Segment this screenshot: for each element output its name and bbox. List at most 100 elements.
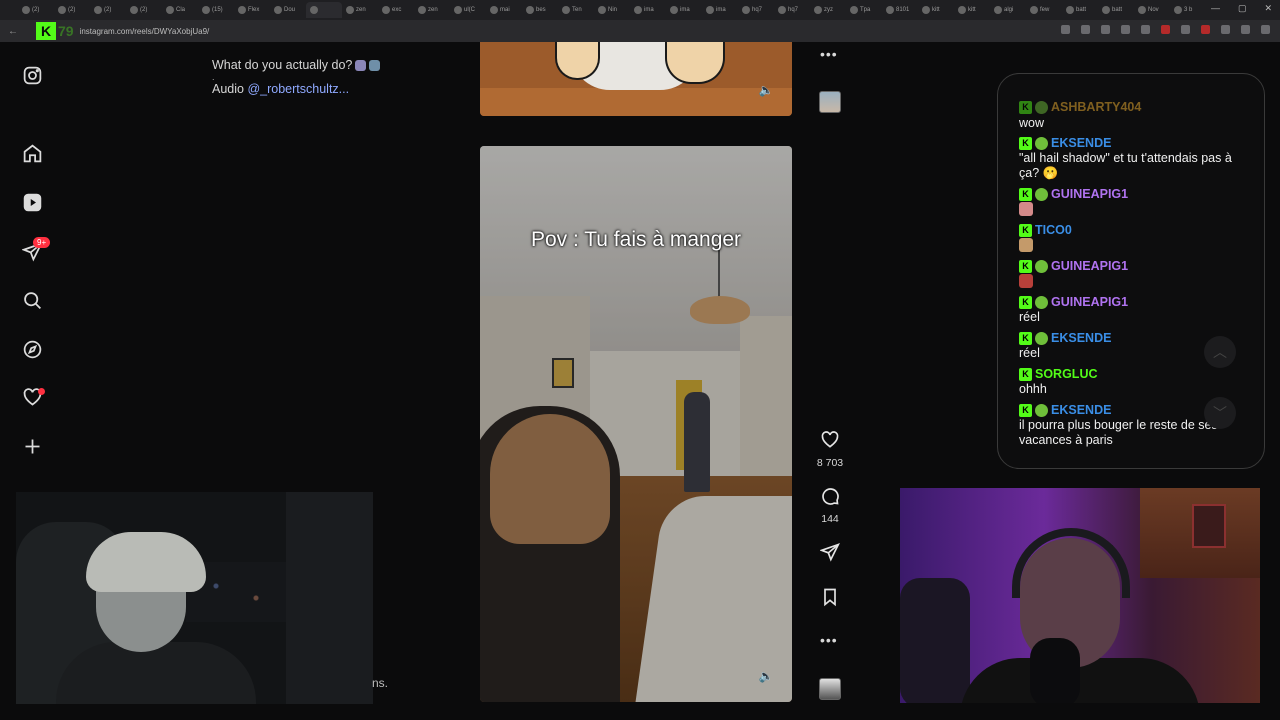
browser-tab[interactable]: hq7: [738, 2, 774, 18]
browser-tab[interactable]: Dou: [270, 2, 306, 18]
browser-tab[interactable]: (2): [126, 2, 162, 18]
tab-label: mai: [500, 7, 510, 13]
chat-scroll-down-icon[interactable]: ﹀: [1204, 397, 1236, 429]
comment-button[interactable]: 144: [812, 486, 848, 525]
browser-tab[interactable]: batt: [1062, 2, 1098, 18]
browser-tab[interactable]: (2): [54, 2, 90, 18]
subscriber-badge-icon: [1035, 332, 1048, 345]
chat-username[interactable]: EKSENDE: [1051, 331, 1111, 346]
reels-icon[interactable]: [21, 191, 43, 213]
url-field[interactable]: instagram.com/reels/DWYaXobjUa9/: [80, 27, 210, 36]
chat-emote-icon: [1019, 274, 1033, 288]
extension-red-icon[interactable]: [1161, 25, 1170, 34]
chat-message-text: réel: [1019, 310, 1040, 324]
browser-tab[interactable]: 3 b: [1170, 2, 1206, 18]
browser-tab[interactable]: (15): [198, 2, 234, 18]
browser-tab[interactable]: zyz: [810, 2, 846, 18]
tab-label: ima: [644, 7, 654, 13]
chat-username[interactable]: GUINEAPIG1: [1051, 295, 1128, 310]
browser-tab[interactable]: ima: [630, 2, 666, 18]
gaming-chair: [900, 578, 970, 703]
browser-tab[interactable]: Nov: [1134, 2, 1170, 18]
subscriber-badge-icon: [1035, 404, 1048, 417]
tab-favicon-icon: [886, 6, 894, 14]
browser-tab[interactable]: kitt: [918, 2, 954, 18]
zoom-icon[interactable]: [1101, 25, 1110, 34]
minimize-icon[interactable]: —: [1211, 3, 1220, 14]
share-icon[interactable]: [1121, 25, 1130, 34]
like-button[interactable]: 8 703: [812, 430, 848, 469]
more-options-icon[interactable]: •••: [820, 632, 838, 648]
previous-reel-video[interactable]: 🔈: [480, 42, 792, 116]
chat-scroll-up-icon[interactable]: ︿: [1204, 336, 1236, 368]
close-window-icon[interactable]: ✕: [1264, 3, 1272, 14]
hand-illustration-right: [665, 42, 725, 84]
browser-tab[interactable]: few: [1026, 2, 1062, 18]
audio-thumbnail[interactable]: [819, 678, 841, 700]
audio-thumbnail[interactable]: [819, 91, 841, 113]
browser-tab[interactable]: ima: [666, 2, 702, 18]
browser-tab[interactable]: zen: [414, 2, 450, 18]
browser-tab[interactable]: Flex: [234, 2, 270, 18]
tab-label: zen: [428, 7, 438, 13]
more-options-icon[interactable]: •••: [820, 46, 838, 62]
browser-tab[interactable]: Tpa: [846, 2, 882, 18]
maximize-icon[interactable]: ▢: [1238, 3, 1247, 14]
profile-icon[interactable]: [1241, 25, 1250, 34]
audio-handle-link[interactable]: @_robertschultz...: [247, 82, 349, 96]
back-icon[interactable]: ←: [8, 26, 18, 37]
browser-tab[interactable]: ul(C: [450, 2, 486, 18]
browser-tab[interactable]: exc: [378, 2, 414, 18]
browser-tab[interactable]: zen: [342, 2, 378, 18]
instagram-logo-icon[interactable]: [21, 64, 43, 86]
browser-tab[interactable]: Ten: [558, 2, 594, 18]
browser-tab[interactable]: algi: [990, 2, 1026, 18]
chat-username[interactable]: ASHBARTY404: [1051, 100, 1141, 115]
share-button[interactable]: [812, 542, 848, 567]
kick-badge-icon: K: [1019, 188, 1032, 201]
reel-video[interactable]: Pov : Tu fais à manger 🔈: [480, 146, 792, 702]
chat-message: K EKSENDE "all hail shadow" et tu t'atten…: [1019, 136, 1254, 181]
browser-tab[interactable]: (2): [90, 2, 126, 18]
extensions-puzzle-icon[interactable]: [1221, 25, 1230, 34]
bookmark-star-icon[interactable]: [1141, 25, 1150, 34]
home-icon[interactable]: [21, 142, 43, 164]
create-plus-icon[interactable]: [21, 435, 43, 457]
guest-hair: [86, 532, 206, 592]
install-icon[interactable]: [1061, 25, 1070, 34]
chat-username[interactable]: GUINEAPIG1: [1051, 259, 1128, 274]
browser-tab[interactable]: [306, 2, 342, 18]
notification-dot: [38, 388, 45, 395]
extension-icon[interactable]: [1181, 25, 1190, 34]
browser-tab[interactable]: Nin: [594, 2, 630, 18]
browser-tab[interactable]: ima: [702, 2, 738, 18]
bookmark-icon: [824, 588, 836, 607]
extension-red2-icon[interactable]: [1201, 25, 1210, 34]
password-icon[interactable]: [1081, 25, 1090, 34]
search-icon[interactable]: [21, 289, 43, 311]
explore-icon[interactable]: [21, 338, 43, 360]
browser-tab[interactable]: (2): [18, 2, 54, 18]
table-illustration: [480, 88, 792, 116]
volume-icon[interactable]: 🔈: [758, 668, 774, 684]
menu-icon[interactable]: [1261, 25, 1270, 34]
tab-favicon-icon: [418, 6, 426, 14]
browser-tab[interactable]: bes: [522, 2, 558, 18]
chat-username[interactable]: TICO0: [1035, 223, 1072, 238]
browser-tab[interactable]: hq7: [774, 2, 810, 18]
chat-username[interactable]: EKSENDE: [1051, 136, 1111, 151]
save-button[interactable]: [812, 587, 848, 612]
browser-tab[interactable]: Cla: [162, 2, 198, 18]
tab-label: few: [1040, 7, 1050, 13]
browser-tab[interactable]: batt: [1098, 2, 1134, 18]
volume-icon[interactable]: 🔈: [758, 82, 774, 98]
browser-tab[interactable]: mai: [486, 2, 522, 18]
tab-label: 3 b: [1184, 7, 1193, 13]
chat-username[interactable]: GUINEAPIG1: [1051, 187, 1128, 202]
chat-username[interactable]: SORGLUC: [1035, 367, 1098, 382]
heart-icon: [821, 431, 839, 448]
browser-tab[interactable]: kitt: [954, 2, 990, 18]
tab-label: bes: [536, 7, 546, 13]
browser-tab[interactable]: 8101: [882, 2, 918, 18]
chat-username[interactable]: EKSENDE: [1051, 403, 1111, 418]
